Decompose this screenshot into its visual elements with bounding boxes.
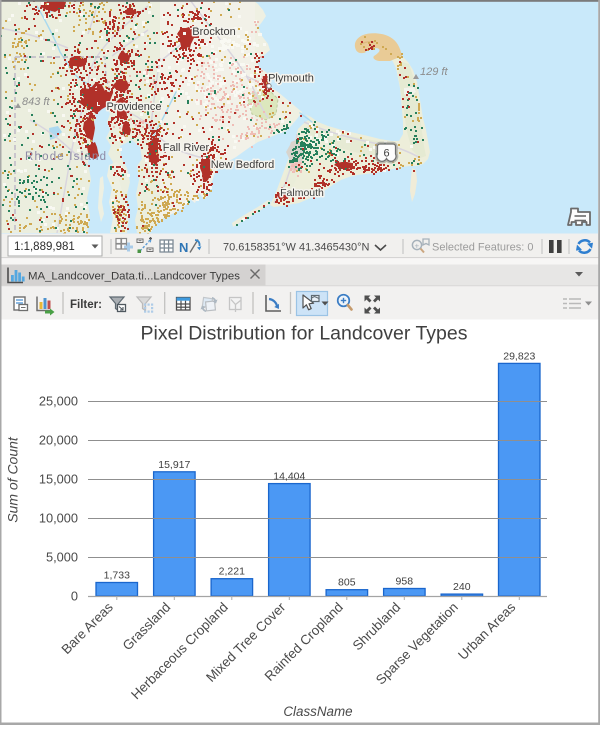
svg-text:Fall River: Fall River bbox=[163, 142, 210, 154]
svg-text:New Bedford: New Bedford bbox=[211, 159, 275, 171]
svg-text:70.6158351°W 41.3465430°N: 70.6158351°W 41.3465430°N bbox=[223, 242, 369, 254]
svg-text:MA_Landcover_Data.ti...Landcov: MA_Landcover_Data.ti...Landcover Types bbox=[28, 271, 240, 283]
svg-text:5,000: 5,000 bbox=[46, 550, 78, 565]
svg-text:ClassName: ClassName bbox=[283, 704, 352, 719]
svg-text:Sum of Count: Sum of Count bbox=[5, 436, 21, 523]
svg-text:0: 0 bbox=[71, 589, 78, 604]
svg-text:Providence: Providence bbox=[106, 101, 161, 113]
svg-text:25,000: 25,000 bbox=[39, 394, 78, 409]
svg-text:1,733: 1,733 bbox=[104, 570, 130, 582]
svg-text:20,000: 20,000 bbox=[39, 433, 78, 448]
svg-text:843 ft: 843 ft bbox=[22, 96, 50, 108]
svg-text:N: N bbox=[179, 240, 188, 255]
svg-text:Rhode Island: Rhode Island bbox=[25, 151, 107, 163]
svg-text:Pixel Distribution for Landcov: Pixel Distribution for Landcover Types bbox=[141, 323, 468, 345]
svg-text:14,404: 14,404 bbox=[273, 471, 305, 483]
svg-text:1:1,889,981: 1:1,889,981 bbox=[14, 241, 75, 253]
svg-text:240: 240 bbox=[453, 581, 471, 593]
svg-text:15,917: 15,917 bbox=[158, 459, 190, 471]
svg-text:2,221: 2,221 bbox=[219, 566, 245, 578]
svg-text:+: + bbox=[415, 242, 420, 251]
svg-text:958: 958 bbox=[396, 576, 414, 588]
svg-text:Selected Features: 0: Selected Features: 0 bbox=[432, 242, 534, 254]
svg-text:Plymouth: Plymouth bbox=[268, 73, 314, 85]
svg-text:29,823: 29,823 bbox=[503, 350, 535, 362]
svg-text:805: 805 bbox=[338, 577, 356, 589]
svg-text:129 ft: 129 ft bbox=[420, 66, 448, 78]
svg-text:10,000: 10,000 bbox=[39, 511, 78, 526]
svg-text:Brockton: Brockton bbox=[192, 26, 235, 38]
svg-text:15,000: 15,000 bbox=[39, 472, 78, 487]
svg-text:Filter:: Filter: bbox=[70, 299, 102, 311]
svg-text:6: 6 bbox=[383, 148, 389, 160]
svg-text:Falmouth: Falmouth bbox=[280, 187, 324, 199]
